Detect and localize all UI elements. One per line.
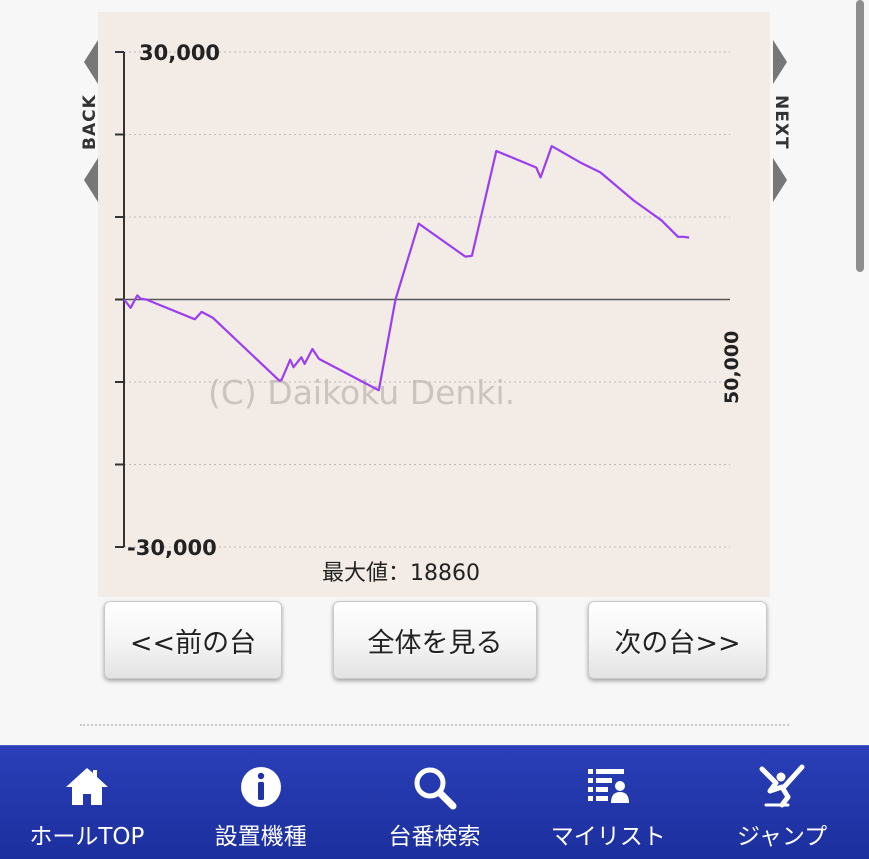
series-line	[123, 145, 690, 392]
chart-svg: 30,000 -30,000 50,000 (C) Daikoku Denki. 最大値…	[115, 41, 743, 586]
next-machine-button[interactable]: 次の台>>	[588, 601, 767, 679]
nav-jump[interactable]: ジャンプ	[695, 746, 869, 859]
search-icon	[414, 767, 457, 810]
back-nav-button[interactable]: BACK	[80, 36, 102, 206]
back-label: BACK	[80, 94, 100, 150]
home-icon	[65, 768, 108, 805]
x-tick-label: 50,000	[721, 331, 743, 404]
nav-label: マイリスト	[550, 824, 666, 850]
nav-machine-search[interactable]: 台番検索	[348, 746, 522, 859]
nav-label: ジャンプ	[737, 824, 828, 850]
nav-hall-top[interactable]: ホールTOP	[0, 746, 174, 859]
jump-icon	[759, 764, 805, 808]
watermark: (C) Daikoku Denki.	[208, 373, 515, 412]
prev-machine-button[interactable]: <<前の台	[104, 601, 282, 679]
bottom-nav-bar: ホールTOP 設置機種 台番検索 マイリスト ジャンプ	[0, 745, 869, 859]
view-all-button[interactable]: 全体を見る	[333, 601, 537, 679]
y-tick-label-max: 30,000	[139, 41, 220, 65]
nav-label: ホールTOP	[29, 824, 145, 850]
scrollbar[interactable]	[856, 0, 864, 272]
y-tick-label-min: -30,000	[127, 536, 217, 560]
nav-label: 設置機種	[214, 824, 307, 850]
nav-label: 台番検索	[388, 824, 481, 850]
mylist-icon	[588, 769, 630, 803]
max-value-label: 最大値：18860	[322, 561, 480, 586]
nav-installed-models[interactable]: 設置機種	[174, 746, 348, 859]
info-icon	[240, 767, 281, 807]
nav-my-list[interactable]: マイリスト	[521, 746, 695, 859]
next-label: NEXT	[771, 94, 791, 150]
dotted-divider	[80, 724, 789, 726]
data-chart: 30,000 -30,000 50,000 (C) Daikoku Denki. 最大値…	[98, 12, 770, 597]
next-nav-button[interactable]: NEXT	[769, 36, 791, 206]
